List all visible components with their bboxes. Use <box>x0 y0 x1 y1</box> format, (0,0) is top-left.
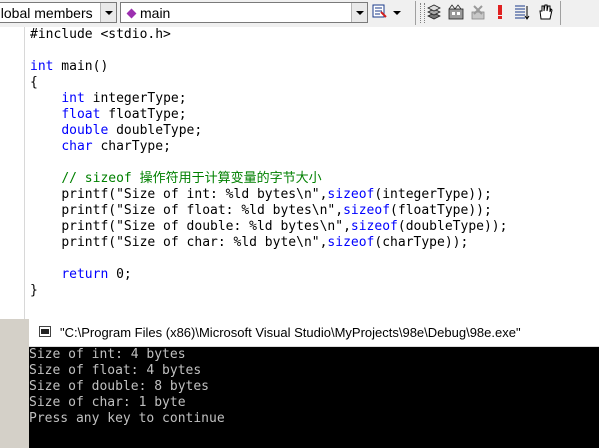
code-text: charType; <box>92 139 171 154</box>
keyword: float <box>61 107 101 122</box>
console-line: Size of double: 8 bytes <box>29 379 210 394</box>
console-line: Size of int: 4 bytes <box>29 347 186 362</box>
code-line: #include <stdio.h> <box>30 27 171 42</box>
function-dropdown-value-wrap: main <box>126 4 171 22</box>
console-title-bar[interactable]: "C:\Program Files (x86)\Microsoft Visual… <box>29 319 599 347</box>
keyword: double <box>61 123 109 138</box>
wizard-menu-chevron-down-icon[interactable] <box>392 3 402 21</box>
keyword: char <box>61 139 93 154</box>
code-text: integerType; <box>84 91 187 106</box>
console-line: Press any key to continue <box>29 411 225 426</box>
toolbar-separator <box>560 1 561 25</box>
code-comment: // sizeof 操作符用于计算变量的字节大小 <box>61 171 322 186</box>
console-output[interactable]: Size of int: 4 bytes Size of float: 4 by… <box>29 347 599 448</box>
editor-gutter[interactable] <box>0 27 25 319</box>
keyword: sizeof <box>327 187 375 202</box>
console-app-icon <box>39 326 51 337</box>
source-code[interactable]: #include <stdio.h> int main() { int inte… <box>30 27 507 299</box>
keyword: return <box>61 267 109 282</box>
code-text: 0; <box>108 267 132 282</box>
console-window[interactable]: "C:\Program Files (x86)\Microsoft Visual… <box>29 319 599 448</box>
code-editor[interactable]: #include <stdio.h> int main() { int inte… <box>0 27 599 319</box>
compile-icon[interactable] <box>425 3 443 21</box>
stop-build-icon[interactable] <box>469 3 487 21</box>
execute-icon[interactable] <box>491 3 509 21</box>
wizard-bar-icon[interactable] <box>371 3 389 21</box>
code-text: printf("Size of int: %ld bytes\n", <box>61 187 328 202</box>
keyword: int <box>61 91 85 106</box>
code-text: (floatType)); <box>390 203 492 218</box>
code-text: printf("Size of double: %ld bytes\n", <box>61 219 351 234</box>
console-line: Size of char: 1 byte <box>29 395 186 410</box>
console-line: Size of float: 4 bytes <box>29 363 202 378</box>
toolbar-separator <box>415 1 416 25</box>
code-text: (charType)); <box>374 235 469 250</box>
console-title: "C:\Program Files (x86)\Microsoft Visual… <box>60 325 521 340</box>
code-line: { <box>30 75 38 90</box>
keyword: sizeof <box>350 219 398 234</box>
code-text: doubleType; <box>108 123 203 138</box>
code-line: } <box>30 283 38 298</box>
code-text: (doubleType)); <box>397 219 508 234</box>
code-text: printf("Size of float: %ld bytes\n", <box>61 203 344 218</box>
code-text: printf("Size of char: %ld byte\n", <box>61 235 328 250</box>
function-dropdown-arrow-icon[interactable] <box>351 3 367 22</box>
toggle-breakpoint-icon[interactable] <box>513 3 531 21</box>
scope-dropdown-arrow-icon[interactable] <box>100 3 116 22</box>
scope-dropdown[interactable]: global members <box>0 2 117 23</box>
code-text: main() <box>53 59 109 74</box>
wizard-toolbar: global members main <box>0 0 599 28</box>
keyword: sizeof <box>327 235 375 250</box>
scope-dropdown-value: global members <box>0 5 93 21</box>
function-icon <box>126 8 137 19</box>
keyword: sizeof <box>343 203 391 218</box>
function-dropdown[interactable]: main <box>120 2 368 23</box>
function-dropdown-value: main <box>140 5 171 21</box>
code-text: floatType; <box>100 107 187 122</box>
code-text: (integerType)); <box>374 187 492 202</box>
keyword: int <box>30 59 54 74</box>
go-icon[interactable] <box>536 3 554 21</box>
build-icon[interactable] <box>447 3 465 21</box>
